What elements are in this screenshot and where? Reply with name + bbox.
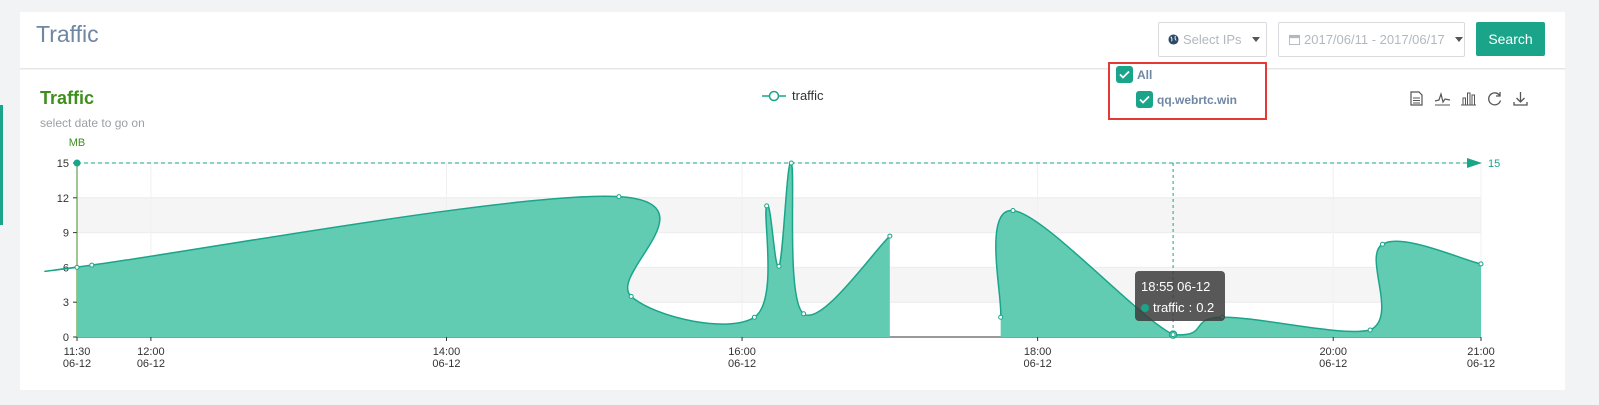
select-ips-dropdown[interactable]: Select IPs bbox=[1158, 22, 1267, 57]
date-range-picker[interactable]: 2017/06/11 - 2017/06/17 bbox=[1278, 22, 1465, 57]
chevron-down-icon bbox=[1251, 37, 1260, 42]
checkbox-ip-label: qq.webrtc.win bbox=[1157, 92, 1238, 107]
checkbox-all-label: All bbox=[1137, 67, 1153, 82]
chart-subtitle[interactable]: select date to go on bbox=[40, 116, 145, 130]
tooltip-series-name: traffic bbox=[1153, 300, 1185, 315]
checkbox-checked-icon bbox=[1116, 66, 1133, 83]
chart-tooltip: 18:55 06-12 traffic : 0.2 bbox=[1135, 271, 1225, 321]
download-icon[interactable] bbox=[1512, 90, 1529, 107]
tooltip-series-value: 0.2 bbox=[1196, 300, 1215, 315]
chevron-down-icon bbox=[1454, 37, 1463, 42]
restore-icon[interactable] bbox=[1486, 90, 1503, 107]
chart-toolbox bbox=[1408, 90, 1529, 107]
data-view-icon[interactable] bbox=[1408, 90, 1425, 107]
checkbox-all[interactable]: All bbox=[1116, 66, 1152, 83]
line-chart-icon[interactable] bbox=[1434, 90, 1451, 107]
checkbox-checked-icon bbox=[1136, 91, 1153, 108]
chart-card bbox=[20, 70, 1565, 390]
ip-dropdown-menu: All qq.webrtc.win bbox=[1108, 62, 1267, 120]
select-ips-label: Select IPs bbox=[1183, 32, 1242, 47]
left-accent-bar bbox=[0, 105, 3, 225]
date-range-value: 2017/06/11 - 2017/06/17 bbox=[1304, 32, 1445, 47]
legend-line-icon bbox=[762, 90, 786, 101]
tooltip-series-row: traffic : 0.2 bbox=[1141, 300, 1214, 315]
tooltip-time: 18:55 06-12 bbox=[1141, 279, 1211, 294]
checkbox-ip-item[interactable]: qq.webrtc.win bbox=[1136, 91, 1237, 108]
page-title: Traffic bbox=[36, 21, 99, 47]
search-button[interactable]: Search bbox=[1476, 22, 1545, 56]
globe-icon bbox=[1168, 34, 1179, 45]
calendar-icon bbox=[1289, 34, 1300, 45]
tooltip-series-dot bbox=[1141, 303, 1149, 312]
bar-chart-icon[interactable] bbox=[1460, 90, 1477, 107]
legend-label: traffic bbox=[792, 88, 824, 103]
chart-title: Traffic bbox=[40, 88, 95, 108]
chart-legend[interactable]: traffic bbox=[762, 88, 824, 103]
